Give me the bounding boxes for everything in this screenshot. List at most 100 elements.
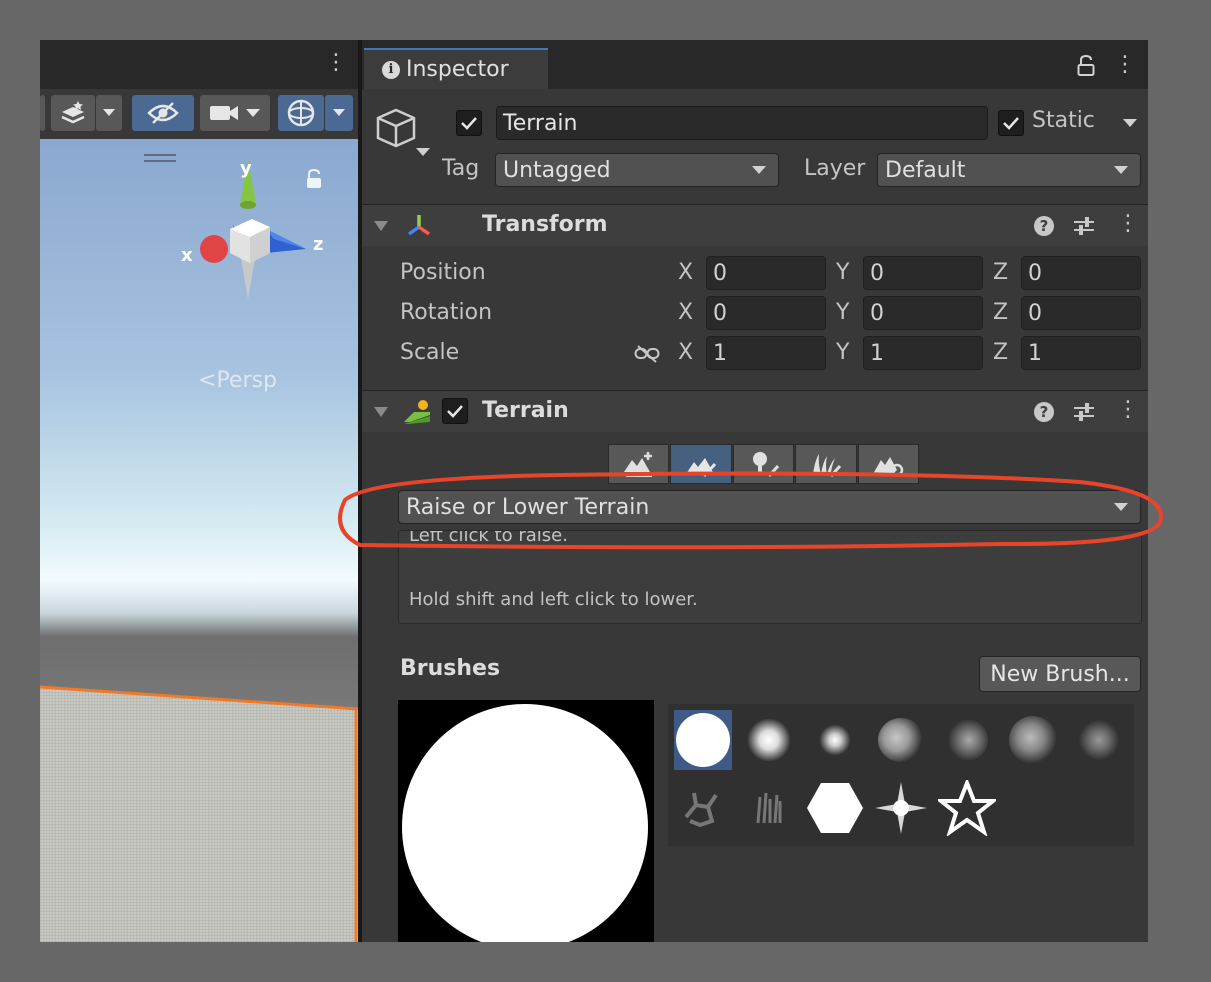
brush-item-grass-strokes[interactable]	[740, 778, 798, 838]
brush-item-blob[interactable]	[1070, 710, 1128, 770]
sparkle-brush	[875, 782, 927, 834]
terrain-settings-tool[interactable]	[857, 444, 920, 484]
brushes-label: Brushes	[400, 656, 501, 681]
presets-sliders-icon[interactable]	[1073, 215, 1095, 237]
rotation-z-label[interactable]: Z	[993, 300, 1008, 325]
position-x-field[interactable]: 0	[706, 256, 826, 290]
brush-item-speckle[interactable]	[938, 710, 996, 770]
terrain-settings-icon	[873, 457, 904, 477]
paint-terrain-tool[interactable]	[670, 444, 732, 484]
brush-item-sparkle[interactable]	[872, 778, 930, 838]
brush-item-rocky[interactable]	[1004, 710, 1062, 770]
scene-viewport[interactable]: y x z <Persp	[40, 139, 358, 942]
tree-brush-icon	[752, 452, 779, 478]
gizmos-toggle[interactable]	[278, 95, 324, 131]
tab-inspector[interactable]: i Inspector	[364, 48, 548, 89]
rotation-x-field[interactable]: 0	[706, 296, 826, 330]
scene-visibility-toggle[interactable]	[132, 95, 194, 131]
scale-x-label[interactable]: X	[678, 340, 693, 365]
brush-item-soft-circle[interactable]	[740, 710, 798, 770]
rotation-x-label[interactable]: X	[678, 300, 693, 325]
foldout-arrow-icon[interactable]	[374, 407, 388, 417]
terrain-tool-mode-value: Raise or Lower Terrain	[406, 494, 650, 520]
terrain-component-header[interactable]: Terrain ? ⋮	[362, 390, 1148, 432]
chevron-down-icon	[103, 109, 115, 116]
camera-icon	[210, 106, 260, 120]
draw-mode-button[interactable]	[51, 95, 95, 131]
terrain-tool-mode-dropdown[interactable]: Raise or Lower Terrain	[398, 490, 1141, 524]
position-z-field[interactable]: 0	[1021, 256, 1141, 290]
scale-z-label[interactable]: Z	[993, 340, 1008, 365]
terrain-icon	[404, 400, 430, 424]
rotation-z-field[interactable]: 0	[1021, 296, 1141, 330]
static-checkbox[interactable]	[998, 110, 1024, 136]
scale-x-field[interactable]: 1	[706, 336, 826, 370]
terrain-enabled-checkbox[interactable]	[442, 398, 468, 424]
tag-dropdown[interactable]: Untagged	[495, 153, 779, 187]
draw-mode-dropdown[interactable]	[96, 95, 122, 131]
position-label: Position	[400, 260, 486, 285]
transform-title: Transform	[482, 212, 608, 237]
speckle-brush	[946, 719, 988, 761]
help-icon[interactable]: ?	[1034, 402, 1054, 422]
paint-terrain-icon	[686, 458, 717, 478]
transform-more-icon[interactable]: ⋮	[1117, 213, 1139, 237]
chevron-down-icon	[333, 109, 345, 116]
cracks-brush	[684, 792, 718, 828]
position-y-field[interactable]: 0	[863, 256, 983, 290]
help-text-line1: Left click to raise.	[409, 530, 568, 546]
static-dropdown-icon[interactable]	[1122, 118, 1138, 128]
hexagon-brush	[807, 783, 863, 833]
toolbar-partial-button[interactable]	[40, 95, 45, 131]
position-x-label[interactable]: X	[678, 260, 693, 285]
rotation-y-field[interactable]: 0	[863, 296, 983, 330]
foldout-arrow-icon[interactable]	[374, 221, 388, 231]
lock-icon[interactable]	[1076, 55, 1096, 77]
brush-item-hexagon[interactable]	[806, 778, 864, 838]
presets-sliders-icon[interactable]	[1073, 401, 1095, 423]
inspector-panel: i Inspector ⋮ Terrain Static Tag Untagge…	[362, 40, 1148, 942]
gizmos-dropdown[interactable]	[325, 95, 353, 131]
layer-dropdown[interactable]: Default	[877, 153, 1141, 187]
transform-header[interactable]: Transform ? ⋮	[362, 204, 1148, 246]
brush-preview	[398, 700, 654, 942]
create-neighbor-terrains-tool[interactable]	[608, 444, 670, 484]
gameobject-cube-icon[interactable]	[372, 104, 434, 166]
paint-trees-tool[interactable]	[732, 444, 795, 484]
rotation-label: Rotation	[400, 300, 493, 325]
object-name-field[interactable]: Terrain	[496, 106, 988, 140]
new-brush-button[interactable]: New Brush...	[979, 656, 1141, 692]
layers-icon	[61, 101, 85, 124]
blob-brush	[1078, 719, 1120, 761]
tool-help-box: Left click to raise. Hold shift and left…	[398, 530, 1142, 624]
brush-item-star[interactable]	[938, 778, 996, 838]
inspector-more-icon[interactable]: ⋮	[1114, 54, 1136, 78]
scale-y-label[interactable]: Y	[836, 340, 849, 365]
info-icon: i	[382, 60, 400, 79]
position-z-label[interactable]: Z	[993, 260, 1008, 285]
paint-details-tool[interactable]	[795, 444, 857, 484]
position-y-label[interactable]: Y	[836, 260, 849, 285]
help-icon[interactable]: ?	[1034, 216, 1054, 236]
object-active-checkbox[interactable]	[456, 110, 482, 136]
scene-toolbar	[40, 89, 358, 139]
rotation-y-label[interactable]: Y	[836, 300, 849, 325]
camera-settings-button[interactable]	[200, 95, 270, 131]
small-soft-circle-brush	[818, 723, 852, 757]
gizmo-sphere-icon	[287, 99, 315, 127]
terrain-more-icon[interactable]: ⋮	[1117, 399, 1139, 423]
constrain-proportions-icon[interactable]	[634, 345, 660, 363]
chevron-down-icon	[1114, 503, 1128, 511]
brush-item-cracks[interactable]	[674, 778, 732, 838]
brush-item-noise-cloud[interactable]	[872, 710, 930, 770]
brush-item-small-soft-circle[interactable]	[806, 710, 864, 770]
create-neighbor-icon	[623, 452, 652, 477]
scale-z-field[interactable]: 1	[1021, 336, 1141, 370]
brush-item-hard-circle[interactable]	[674, 710, 732, 770]
inspector-tab-label: Inspector	[406, 57, 509, 82]
scale-y-field[interactable]: 1	[863, 336, 983, 370]
scene-view: ⋮ y x z <Persp	[40, 40, 358, 942]
brush-preview-circle	[402, 704, 648, 942]
scene-more-icon[interactable]: ⋮	[325, 52, 347, 76]
help-text-line2: Hold shift and left click to lower.	[409, 589, 698, 610]
